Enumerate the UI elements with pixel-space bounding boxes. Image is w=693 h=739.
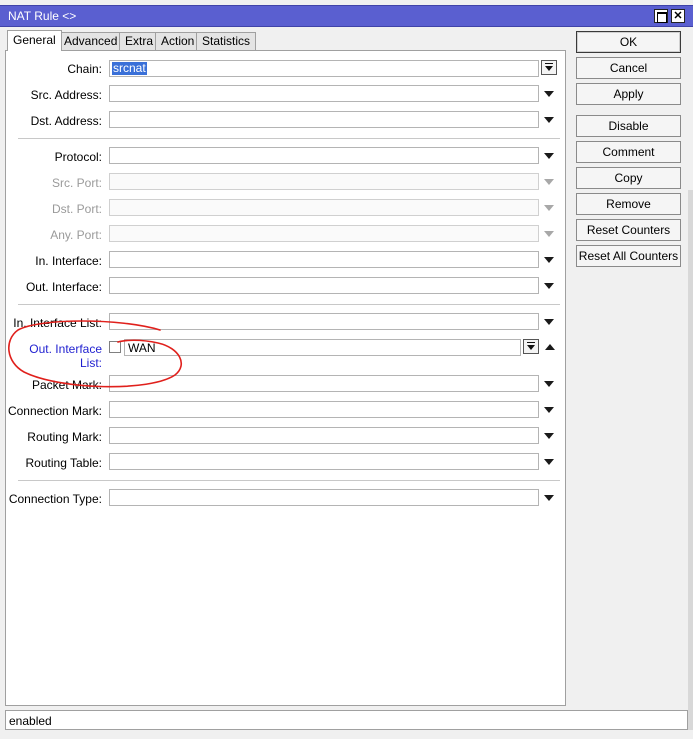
protocol-label: Protocol: [54, 150, 102, 164]
in-interface-dropdown-icon[interactable] [544, 257, 554, 263]
protocol-dropdown-icon[interactable] [544, 153, 554, 159]
nat-rule-window: NAT Rule <> ✕ General Advanced Extra Act… [0, 0, 693, 739]
chain-field[interactable]: srcnat [109, 60, 539, 77]
background-window-edge [688, 190, 693, 730]
any-port-dropdown-icon [544, 231, 554, 237]
routing-table-dropdown-icon[interactable] [544, 459, 554, 465]
tab-extra[interactable]: Extra [119, 32, 160, 50]
protocol-field[interactable] [109, 147, 539, 164]
general-tab-panel: Chain: srcnat Src. Address: Dst. Address… [5, 50, 566, 706]
window-title: NAT Rule <> [8, 9, 77, 23]
src-port-label: Src. Port: [51, 176, 102, 190]
any-port-field [109, 225, 539, 242]
dst-port-field [109, 199, 539, 216]
tab-action[interactable]: Action [155, 32, 201, 50]
tab-advanced[interactable]: Advanced [58, 32, 124, 50]
connection-type-dropdown-icon[interactable] [544, 495, 554, 501]
out-interface-dropdown-icon[interactable] [544, 283, 554, 289]
out-interface-field[interactable] [109, 277, 539, 294]
chain-value: srcnat [112, 61, 147, 75]
apply-button[interactable]: Apply [576, 83, 681, 105]
reset-all-counters-button[interactable]: Reset All Counters [576, 245, 681, 267]
status-text: enabled [9, 714, 52, 728]
in-interface-field[interactable] [109, 251, 539, 268]
status-bar: enabled [5, 710, 688, 730]
connection-type-label: Connection Type: [8, 492, 102, 506]
packet-mark-dropdown-icon[interactable] [544, 381, 554, 387]
maximize-icon[interactable] [654, 9, 668, 23]
chain-label: Chain: [67, 62, 102, 76]
routing-mark-dropdown-icon[interactable] [544, 433, 554, 439]
disable-button[interactable]: Disable [576, 115, 681, 137]
packet-mark-label: Packet Mark: [31, 378, 102, 392]
out-interface-list-remove-icon[interactable] [545, 344, 555, 350]
connection-mark-label: Connection Mark: [7, 404, 102, 418]
routing-table-label: Routing Table: [25, 456, 103, 470]
chain-dropdown-button[interactable] [541, 60, 557, 75]
out-interface-list-value: WAN [128, 341, 156, 355]
dst-port-dropdown-icon [544, 205, 554, 211]
out-interface-list-dropdown-button[interactable] [523, 339, 539, 354]
title-bar[interactable]: NAT Rule <> ✕ [0, 5, 693, 27]
separator [18, 304, 560, 305]
tab-general[interactable]: General [7, 30, 62, 51]
any-port-label: Any. Port: [50, 228, 102, 242]
routing-mark-field[interactable] [109, 427, 539, 444]
connection-type-field[interactable] [109, 489, 539, 506]
in-interface-list-field[interactable] [109, 313, 539, 330]
reset-counters-button[interactable]: Reset Counters [576, 219, 681, 241]
in-interface-label: In. Interface: [35, 254, 102, 268]
separator [18, 480, 560, 481]
src-address-dropdown-icon[interactable] [544, 91, 554, 97]
src-address-field[interactable] [109, 85, 539, 102]
close-icon[interactable]: ✕ [671, 9, 685, 23]
out-interface-list-label: Out. Interface List: [29, 342, 102, 370]
connection-mark-field[interactable] [109, 401, 539, 418]
dst-address-field[interactable] [109, 111, 539, 128]
out-interface-list-negate-checkbox[interactable] [109, 341, 121, 353]
cancel-button[interactable]: Cancel [576, 57, 681, 79]
tab-statistics[interactable]: Statistics [196, 32, 257, 50]
out-interface-label: Out. Interface: [25, 280, 102, 294]
in-interface-list-label: In. Interface List: [13, 316, 102, 330]
src-port-field [109, 173, 539, 190]
routing-mark-label: Routing Mark: [27, 430, 102, 444]
in-interface-list-dropdown-icon[interactable] [544, 319, 554, 325]
routing-table-field[interactable] [109, 453, 539, 470]
src-port-dropdown-icon [544, 179, 554, 185]
ok-button[interactable]: OK [576, 31, 681, 53]
packet-mark-field[interactable] [109, 375, 539, 392]
dst-address-dropdown-icon[interactable] [544, 117, 554, 123]
dst-port-label: Dst. Port: [51, 202, 102, 216]
src-address-label: Src. Address: [30, 88, 102, 102]
dst-address-label: Dst. Address: [30, 114, 102, 128]
comment-button[interactable]: Comment [576, 141, 681, 163]
connection-mark-dropdown-icon[interactable] [544, 407, 554, 413]
copy-button[interactable]: Copy [576, 167, 681, 189]
out-interface-list-field[interactable]: WAN [124, 339, 521, 356]
separator [18, 138, 560, 139]
remove-button[interactable]: Remove [576, 193, 681, 215]
